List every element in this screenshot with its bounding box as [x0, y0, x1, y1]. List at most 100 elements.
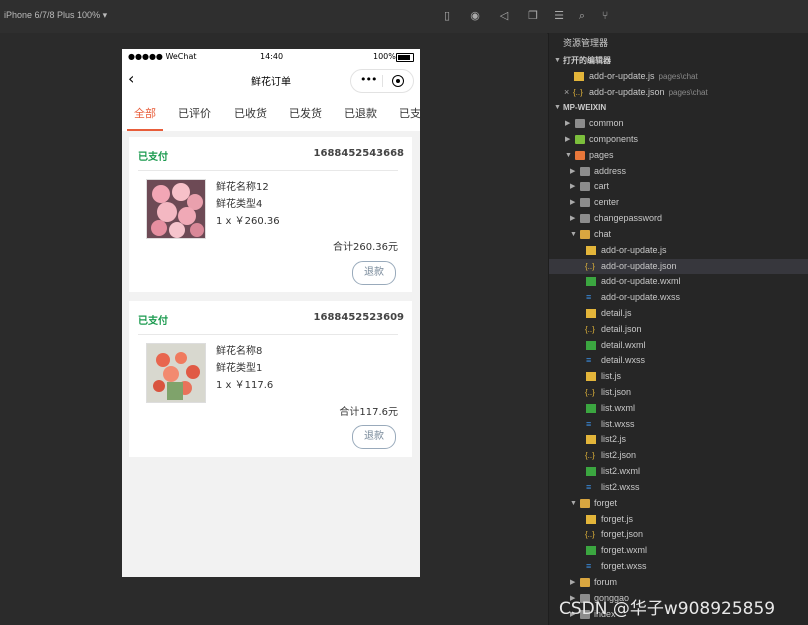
menu-capsule: •••: [350, 69, 414, 93]
navigation-bar: ‹ 鲜花订单 •••: [122, 65, 420, 95]
tree-file[interactable]: {..} list2.json: [549, 448, 808, 463]
card-divider: [138, 334, 398, 335]
tree-folder[interactable]: ▶ address: [549, 164, 808, 179]
folder-icon: [580, 198, 590, 207]
json-file-icon: {..}: [585, 451, 595, 460]
tree-file[interactable]: {..} list.json: [549, 385, 808, 400]
tree-file[interactable]: forget.js: [549, 512, 808, 527]
battery-icon: [396, 53, 414, 62]
more-dots-icon[interactable]: •••: [360, 73, 377, 86]
tree-file[interactable]: {..} forget.json: [549, 527, 808, 542]
chevron-right-icon: ▶: [565, 136, 571, 143]
chevron-down-icon: ▼: [554, 104, 561, 111]
json-file-icon: {..}: [585, 530, 595, 539]
tree-file[interactable]: {..} detail.json: [549, 322, 808, 337]
folder-icon: [575, 119, 585, 128]
js-file-icon: [586, 515, 596, 524]
open-editor-item[interactable]: × {..} add-or-update.json pages\chat: [549, 85, 808, 100]
active-tab-indicator: [127, 129, 163, 131]
tree-folder[interactable]: ▼ chat: [549, 227, 808, 242]
tree-folder[interactable]: ▶ cart: [549, 179, 808, 194]
tree-folder[interactable]: ▶ changepassword: [549, 211, 808, 226]
tree-file-selected[interactable]: {..} add-or-update.json: [549, 259, 808, 274]
folder-open-icon: [580, 230, 590, 239]
json-file-icon: {..}: [573, 88, 583, 97]
tree-folder[interactable]: ▶ forum: [549, 575, 808, 590]
tab-refunded[interactable]: 已退款: [344, 105, 377, 121]
order-info: 鲜花名称12 鲜花类型4 1 x ￥260.36: [216, 179, 280, 230]
tree-file[interactable]: ≡ list.wxss: [549, 417, 808, 432]
tree-file[interactable]: forget.wxml: [549, 543, 808, 558]
send-icon[interactable]: ◁: [497, 9, 511, 23]
tree-folder[interactable]: ▶ components: [549, 132, 808, 147]
list-icon[interactable]: ☰: [552, 9, 566, 23]
tree-file[interactable]: detail.js: [549, 306, 808, 321]
wxss-file-icon: ≡: [586, 292, 592, 302]
folder-open-icon: [580, 499, 590, 508]
js-file-icon: [586, 309, 596, 318]
carrier-label: ●●●●● WeChat: [128, 52, 197, 61]
close-icon[interactable]: ×: [564, 85, 569, 100]
tree-file[interactable]: add-or-update.wxml: [549, 274, 808, 289]
order-total: 合计117.6元: [339, 407, 398, 418]
tree-file[interactable]: list2.wxml: [549, 464, 808, 479]
tab-received[interactable]: 已收货: [234, 105, 267, 121]
tree-file[interactable]: add-or-update.js: [549, 243, 808, 258]
record-icon[interactable]: ◉: [468, 9, 482, 23]
order-info: 鲜花名称8 鲜花类型1 1 x ￥117.6: [216, 343, 273, 394]
order-card[interactable]: 已支付 1688452543668 鲜花名称12 鲜花类型4 1 x ￥260.…: [129, 137, 412, 292]
tree-file[interactable]: ≡ forget.wxss: [549, 559, 808, 574]
tree-file[interactable]: ≡ detail.wxss: [549, 353, 808, 368]
refund-button[interactable]: 退款: [352, 425, 396, 449]
tree-file[interactable]: list.js: [549, 369, 808, 384]
clock-label: 14:40: [260, 52, 284, 61]
device-select[interactable]: iPhone 6/7/8 Plus 100% ▾: [4, 10, 107, 21]
tree-file[interactable]: list2.js: [549, 432, 808, 447]
wxml-file-icon: [586, 277, 596, 286]
chevron-right-icon: ▶: [570, 168, 576, 175]
tree-file[interactable]: list.wxml: [549, 401, 808, 416]
flower-type: 鲜花类型4: [216, 199, 263, 210]
chevron-right-icon: ▶: [570, 183, 576, 190]
tree-folder[interactable]: ▶ center: [549, 195, 808, 210]
chevron-down-icon: ▼: [565, 152, 572, 159]
close-miniprogram-icon[interactable]: [392, 75, 404, 87]
tree-file[interactable]: ≡ add-or-update.wxss: [549, 290, 808, 305]
wxml-file-icon: [586, 467, 596, 476]
order-tabs: 全部 已评价 已收货 已发货 已退款 已支: [122, 95, 420, 131]
flower-name: 鲜花名称8: [216, 346, 263, 357]
folder-icon: [580, 214, 590, 223]
order-status: 已支付: [138, 316, 168, 327]
open-editors-header[interactable]: ▼ 打开的编辑器: [549, 53, 808, 68]
flower-image: [146, 343, 206, 403]
tree-file[interactable]: detail.wxml: [549, 338, 808, 353]
js-file-icon: [574, 72, 584, 81]
tab-all[interactable]: 全部: [134, 105, 156, 121]
wxss-file-icon: ≡: [586, 561, 592, 571]
flower-image: [146, 179, 206, 239]
folder-icon: [580, 182, 590, 191]
refund-button[interactable]: 退款: [352, 261, 396, 285]
flower-name: 鲜花名称12: [216, 182, 269, 193]
branch-icon[interactable]: ⑂: [598, 9, 612, 23]
tree-folder[interactable]: ▶ common: [549, 116, 808, 131]
folder-icon: [580, 167, 590, 176]
js-file-icon: [586, 246, 596, 255]
chevron-right-icon: ▶: [570, 199, 576, 206]
open-editor-item[interactable]: add-or-update.js pages\chat: [549, 69, 808, 84]
json-file-icon: {..}: [585, 262, 595, 271]
tree-folder[interactable]: ▼ forget: [549, 496, 808, 511]
project-header[interactable]: ▼ MP-WEIXIN: [549, 100, 808, 115]
search-icon[interactable]: ⌕: [575, 9, 589, 23]
phone-icon[interactable]: ▯: [440, 9, 454, 23]
window-icon[interactable]: ❐: [526, 9, 540, 23]
tree-folder[interactable]: ▼ pages: [549, 148, 808, 163]
wxss-file-icon: ≡: [586, 419, 592, 429]
watermark: CSDN @华子w908925859: [559, 599, 776, 619]
order-card[interactable]: 已支付 1688452523609 鲜花名称8 鲜花类型1 1 x ￥117.6…: [129, 301, 412, 457]
tree-file[interactable]: ≡ list2.wxss: [549, 480, 808, 495]
tab-shipped[interactable]: 已发货: [289, 105, 322, 121]
tab-reviewed[interactable]: 已评价: [178, 105, 211, 121]
order-status: 已支付: [138, 152, 168, 163]
tab-paid[interactable]: 已支: [399, 105, 420, 121]
